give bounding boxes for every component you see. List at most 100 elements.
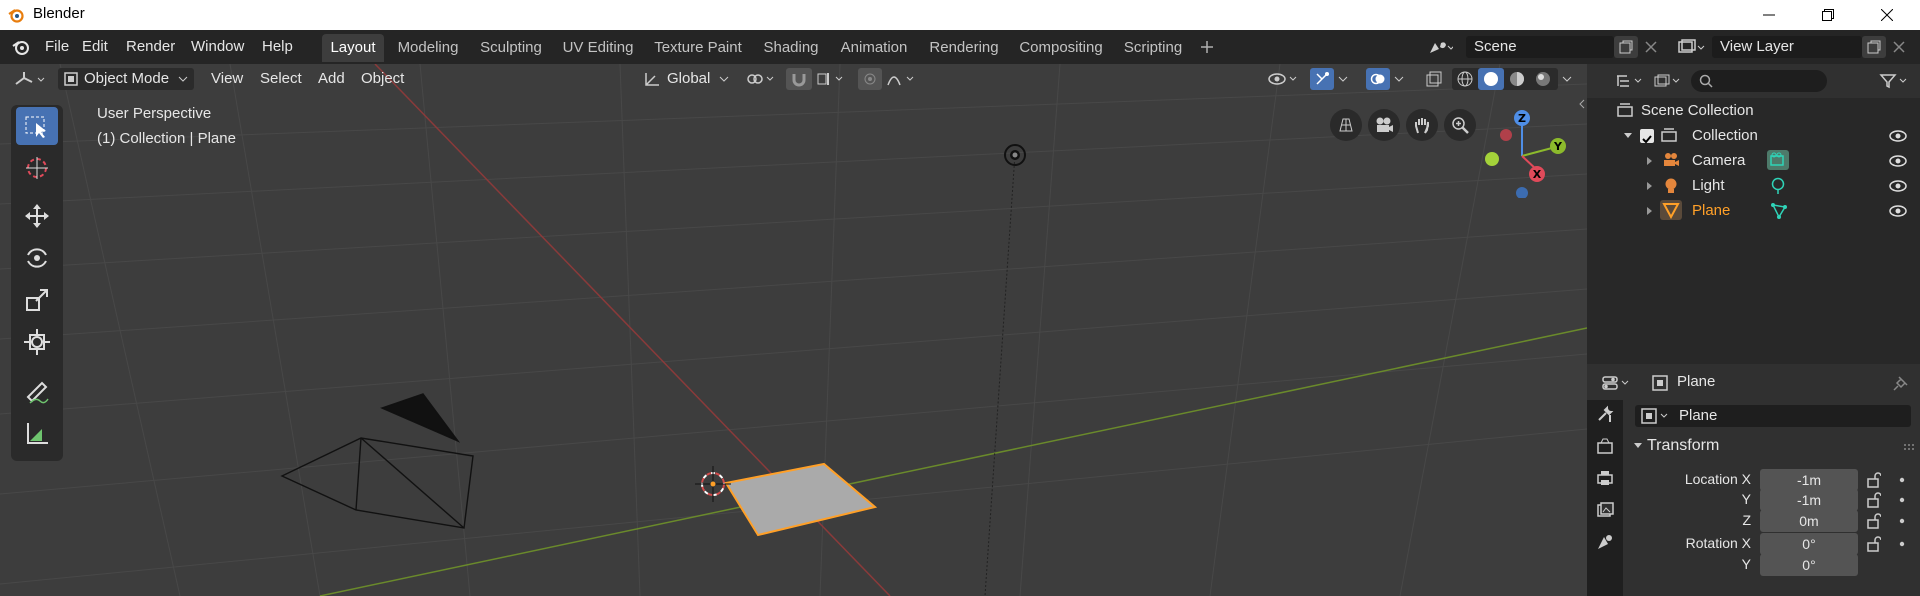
tool-select-box[interactable] — [16, 107, 58, 145]
navigation-gizmo[interactable]: Z Y X — [1470, 108, 1576, 198]
viewport-menu-select[interactable]: Select — [260, 68, 302, 90]
tab-shading[interactable]: Shading — [756, 34, 826, 62]
view-layer-name-field[interactable]: View Layer — [1712, 36, 1862, 58]
proportional-editing-toggle[interactable] — [858, 68, 882, 90]
shading-dropdown[interactable] — [1558, 68, 1576, 90]
outliner-search-input[interactable] — [1691, 70, 1827, 92]
tab-animation[interactable]: Animation — [834, 34, 914, 62]
tab-tool[interactable] — [1593, 402, 1617, 426]
tab-scripting[interactable]: Scripting — [1116, 34, 1190, 62]
plane-object[interactable] — [724, 462, 878, 537]
viewport-menu-add[interactable]: Add — [318, 68, 345, 90]
delete-view-layer-button[interactable] — [1888, 36, 1910, 58]
3d-cursor[interactable] — [695, 466, 731, 502]
outliner-row-light[interactable]: Light — [1587, 173, 1920, 198]
tool-move[interactable] — [16, 197, 58, 235]
pan-view-button[interactable] — [1406, 109, 1438, 141]
tool-rotate[interactable] — [16, 239, 58, 277]
outliner-row-scene-collection[interactable]: Scene Collection — [1587, 98, 1920, 123]
keyframe-dot-icon[interactable] — [1899, 477, 1905, 483]
tab-sculpting[interactable]: Sculpting — [472, 34, 550, 62]
tab-rendering[interactable]: Rendering — [922, 34, 1006, 62]
tool-cursor[interactable] — [16, 149, 58, 187]
light-data-icon[interactable] — [1770, 177, 1786, 195]
blender-menu-icon[interactable] — [12, 38, 30, 56]
tab-render[interactable] — [1593, 434, 1617, 458]
rotation-y-field[interactable]: 0° — [1760, 554, 1858, 576]
outliner-editor-type-button[interactable] — [1613, 70, 1645, 92]
outliner-row-camera[interactable]: Camera — [1587, 148, 1920, 173]
material-preview-button[interactable] — [1504, 68, 1530, 90]
unlock-icon[interactable] — [1867, 536, 1881, 552]
viewport-menu-object[interactable]: Object — [361, 68, 404, 90]
display-mode-button[interactable] — [1651, 70, 1683, 92]
tab-output[interactable] — [1593, 466, 1617, 490]
close-button[interactable] — [1858, 0, 1916, 30]
eye-icon[interactable] — [1889, 205, 1907, 217]
tool-transform[interactable] — [16, 323, 58, 361]
eye-icon[interactable] — [1889, 130, 1907, 142]
camera-view-button[interactable] — [1368, 109, 1400, 141]
keyframe-dot-icon[interactable] — [1899, 497, 1905, 503]
toggle-ortho-button[interactable] — [1330, 109, 1362, 141]
gizmo-toggle[interactable] — [1310, 68, 1334, 90]
tab-scene[interactable] — [1593, 530, 1617, 554]
expand-right-icon[interactable] — [1646, 157, 1654, 165]
unlock-icon[interactable] — [1867, 492, 1881, 508]
sidebar-toggle[interactable] — [1577, 94, 1587, 114]
mesh-data-icon[interactable] — [1770, 202, 1788, 220]
keyframe-dot-icon[interactable] — [1899, 518, 1905, 524]
camera-data-icon[interactable] — [1767, 150, 1789, 170]
menu-render[interactable]: Render — [126, 36, 175, 58]
overlays-dropdown[interactable] — [1390, 68, 1408, 90]
visibility-dropdown[interactable] — [1266, 68, 1302, 90]
pin-icon[interactable] — [1893, 375, 1909, 391]
mode-dropdown[interactable]: Object Mode — [58, 68, 194, 90]
unlock-icon[interactable] — [1867, 513, 1881, 529]
new-scene-button[interactable] — [1614, 36, 1638, 58]
menu-edit[interactable]: Edit — [82, 36, 108, 58]
snap-toggle[interactable] — [786, 68, 812, 90]
outliner-row-plane[interactable]: Plane — [1587, 198, 1920, 223]
filter-button[interactable] — [1877, 70, 1911, 92]
light-object[interactable] — [1004, 144, 1026, 166]
xray-toggle[interactable] — [1422, 68, 1446, 90]
new-view-layer-button[interactable] — [1862, 36, 1886, 58]
add-workspace-button[interactable] — [1198, 38, 1216, 56]
tool-scale[interactable] — [16, 281, 58, 319]
location-y-field[interactable]: -1m — [1760, 489, 1858, 511]
expand-down-icon[interactable] — [1623, 132, 1633, 140]
tool-measure[interactable] — [16, 415, 58, 453]
menu-window[interactable]: Window — [191, 36, 244, 58]
location-x-field[interactable]: -1m — [1760, 469, 1858, 491]
tab-texture-paint[interactable]: Texture Paint — [648, 34, 748, 62]
tab-layout[interactable]: Layout — [322, 34, 384, 62]
eye-icon[interactable] — [1889, 155, 1907, 167]
minimize-button[interactable] — [1740, 0, 1798, 30]
transform-panel-header[interactable]: Transform — [1623, 432, 1920, 462]
menu-help[interactable]: Help — [262, 36, 293, 58]
expand-right-icon[interactable] — [1646, 182, 1654, 190]
delete-scene-button[interactable] — [1640, 36, 1662, 58]
tab-modeling[interactable]: Modeling — [392, 34, 464, 62]
transform-orientation-dropdown[interactable]: Global — [637, 68, 735, 90]
tab-compositing[interactable]: Compositing — [1014, 34, 1108, 62]
rotation-x-field[interactable]: 0° — [1760, 533, 1858, 555]
tab-view-layer[interactable] — [1593, 498, 1617, 522]
tab-uv-editing[interactable]: UV Editing — [558, 34, 638, 62]
location-z-field[interactable]: 0m — [1760, 510, 1858, 532]
expand-right-icon[interactable] — [1646, 207, 1654, 215]
outliner-row-collection[interactable]: Collection — [1587, 123, 1920, 148]
view-layer-selector-button[interactable] — [1674, 36, 1708, 58]
scene-selector-button[interactable] — [1424, 36, 1456, 58]
menu-file[interactable]: File — [45, 36, 69, 58]
scene-name-field[interactable]: Scene — [1466, 36, 1614, 58]
wireframe-shading-button[interactable] — [1452, 68, 1478, 90]
keyframe-dot-icon[interactable] — [1899, 541, 1905, 547]
eye-icon[interactable] — [1889, 180, 1907, 192]
unlock-icon[interactable] — [1867, 472, 1881, 488]
viewport-menu-view[interactable]: View — [211, 68, 243, 90]
drag-handle-icon[interactable] — [1903, 443, 1917, 451]
snap-target-button[interactable] — [814, 68, 848, 90]
properties-editor-type-button[interactable] — [1599, 372, 1633, 394]
